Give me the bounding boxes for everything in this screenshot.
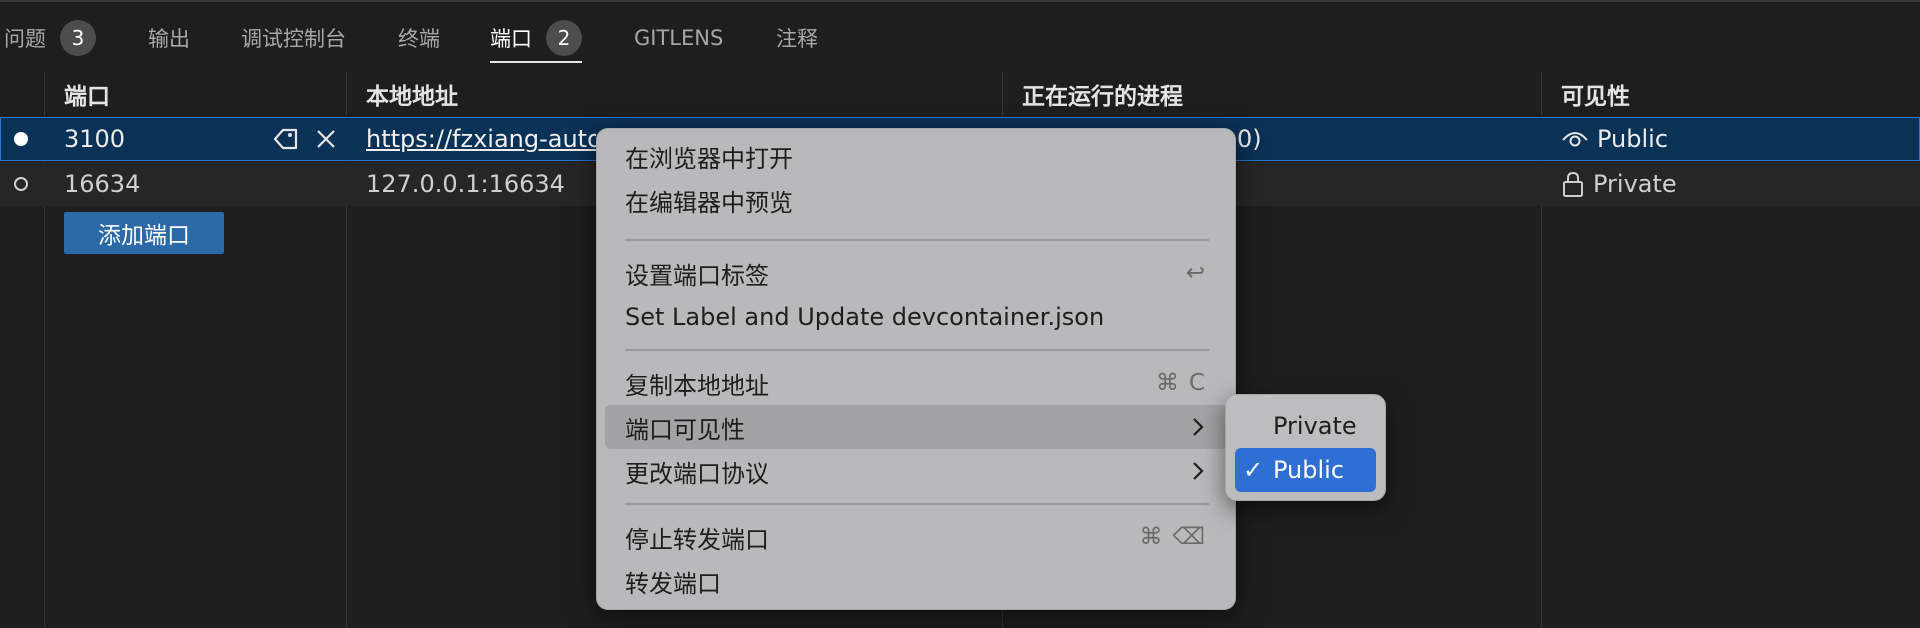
tab-label: 问题: [4, 27, 46, 51]
menu-item-label: Set Label and Update devcontainer.json: [625, 303, 1105, 331]
menu-separator: [625, 349, 1209, 351]
shortcut-key: C: [1188, 370, 1205, 396]
close-icon[interactable]: [312, 125, 340, 153]
visibility-label: Private: [1593, 170, 1677, 198]
submenu-item-label: Public: [1273, 456, 1345, 484]
command-key-icon: ⌘: [1155, 370, 1179, 396]
problems-count-badge: 3: [60, 20, 96, 56]
tab-debug-console[interactable]: 调试控制台: [241, 18, 346, 58]
menu-item-preview-in-editor[interactable]: 在编辑器中预览: [605, 178, 1227, 222]
port-context-menu: 在浏览器中打开 在编辑器中预览 设置端口标签 ↩ Set Label and U…: [596, 128, 1236, 610]
tab-label: 调试控制台: [241, 27, 346, 51]
menu-item-label: 在浏览器中打开: [625, 144, 793, 173]
submenu-item-private[interactable]: Private: [1235, 404, 1376, 448]
tab-problems[interactable]: 问题 3: [4, 18, 96, 58]
column-header-process[interactable]: 正在运行的进程: [1022, 77, 1183, 111]
column-header-local-address[interactable]: 本地地址: [366, 77, 458, 111]
tab-label: GITLENS: [634, 26, 724, 50]
menu-item-label: 在编辑器中预览: [625, 188, 793, 217]
eye-icon: [1561, 129, 1589, 149]
tab-label: 注释: [776, 27, 818, 51]
visibility-cell: Public: [1561, 117, 1861, 161]
menu-item-open-in-browser[interactable]: 在浏览器中打开: [605, 134, 1227, 178]
tab-label: 端口: [490, 27, 532, 51]
delete-key-icon: ⌫: [1172, 524, 1205, 550]
tab-comments[interactable]: 注释: [776, 18, 818, 58]
column-header-port[interactable]: 端口: [64, 77, 110, 111]
tab-ports[interactable]: 端口 2: [490, 18, 582, 63]
return-key-icon: ↩: [1185, 260, 1205, 286]
local-address-text[interactable]: 127.0.0.1:16634: [366, 162, 596, 206]
menu-separator: [625, 503, 1209, 505]
tab-output[interactable]: 输出: [148, 18, 190, 58]
submenu-item-label: Private: [1273, 412, 1357, 440]
menu-item-label: 转发端口: [625, 569, 721, 598]
forwarded-status-icon: [14, 177, 28, 191]
menu-item-label: 停止转发端口: [625, 525, 769, 554]
add-port-button[interactable]: 添加端口: [64, 212, 224, 254]
menu-item-forward-port[interactable]: 转发端口: [605, 559, 1227, 603]
shortcut: ⌘ ⌫: [1139, 524, 1205, 550]
checkmark-icon: ✓: [1243, 456, 1264, 484]
local-address-link[interactable]: https://fzxiang-auto: [366, 117, 596, 161]
port-cell: 3100: [64, 125, 126, 153]
menu-item-change-port-protocol[interactable]: 更改端口协议: [605, 449, 1227, 493]
submenu-item-public[interactable]: ✓ Public: [1235, 448, 1376, 492]
menu-item-copy-local-address[interactable]: 复制本地地址 ⌘ C: [605, 361, 1227, 405]
menu-item-port-visibility[interactable]: 端口可见性: [605, 405, 1227, 449]
ports-count-badge: 2: [546, 20, 582, 56]
local-address-text: https://fzxiang-auto: [366, 125, 596, 153]
process-cell-tail: 0): [1237, 125, 1262, 153]
menu-separator: [625, 239, 1209, 241]
visibility-submenu: Private ✓ Public: [1225, 394, 1386, 501]
tab-gitlens[interactable]: GITLENS: [634, 18, 723, 58]
visibility-cell: Private: [1561, 162, 1861, 206]
panel-tabs: 问题 3 输出 调试控制台 终端 端口 2 GITLENS 注释: [0, 0, 1920, 72]
menu-item-label: 复制本地地址: [625, 371, 769, 400]
menu-item-label: 设置端口标签: [625, 261, 769, 290]
tab-label: 终端: [398, 27, 440, 51]
menu-item-set-port-label[interactable]: 设置端口标签 ↩: [605, 251, 1227, 295]
tab-label: 输出: [148, 27, 190, 51]
port-cell: 16634: [64, 170, 141, 198]
menu-item-stop-forwarding[interactable]: 停止转发端口 ⌘ ⌫: [605, 515, 1227, 559]
visibility-label: Public: [1597, 125, 1669, 153]
menu-item-label: 更改端口协议: [625, 459, 769, 488]
lock-icon: [1561, 170, 1585, 198]
command-key-icon: ⌘: [1139, 524, 1163, 550]
column-header-visibility[interactable]: 可见性: [1561, 77, 1630, 111]
menu-item-label: 端口可见性: [625, 415, 745, 444]
chevron-right-icon: [1191, 461, 1205, 481]
chevron-right-icon: [1191, 417, 1205, 437]
tag-icon[interactable]: [270, 125, 302, 153]
forwarded-status-icon: [14, 132, 28, 146]
tab-terminal[interactable]: 终端: [398, 18, 440, 58]
shortcut: ⌘ C: [1156, 370, 1205, 396]
menu-item-set-label-update-devcontainer[interactable]: Set Label and Update devcontainer.json: [605, 295, 1227, 339]
